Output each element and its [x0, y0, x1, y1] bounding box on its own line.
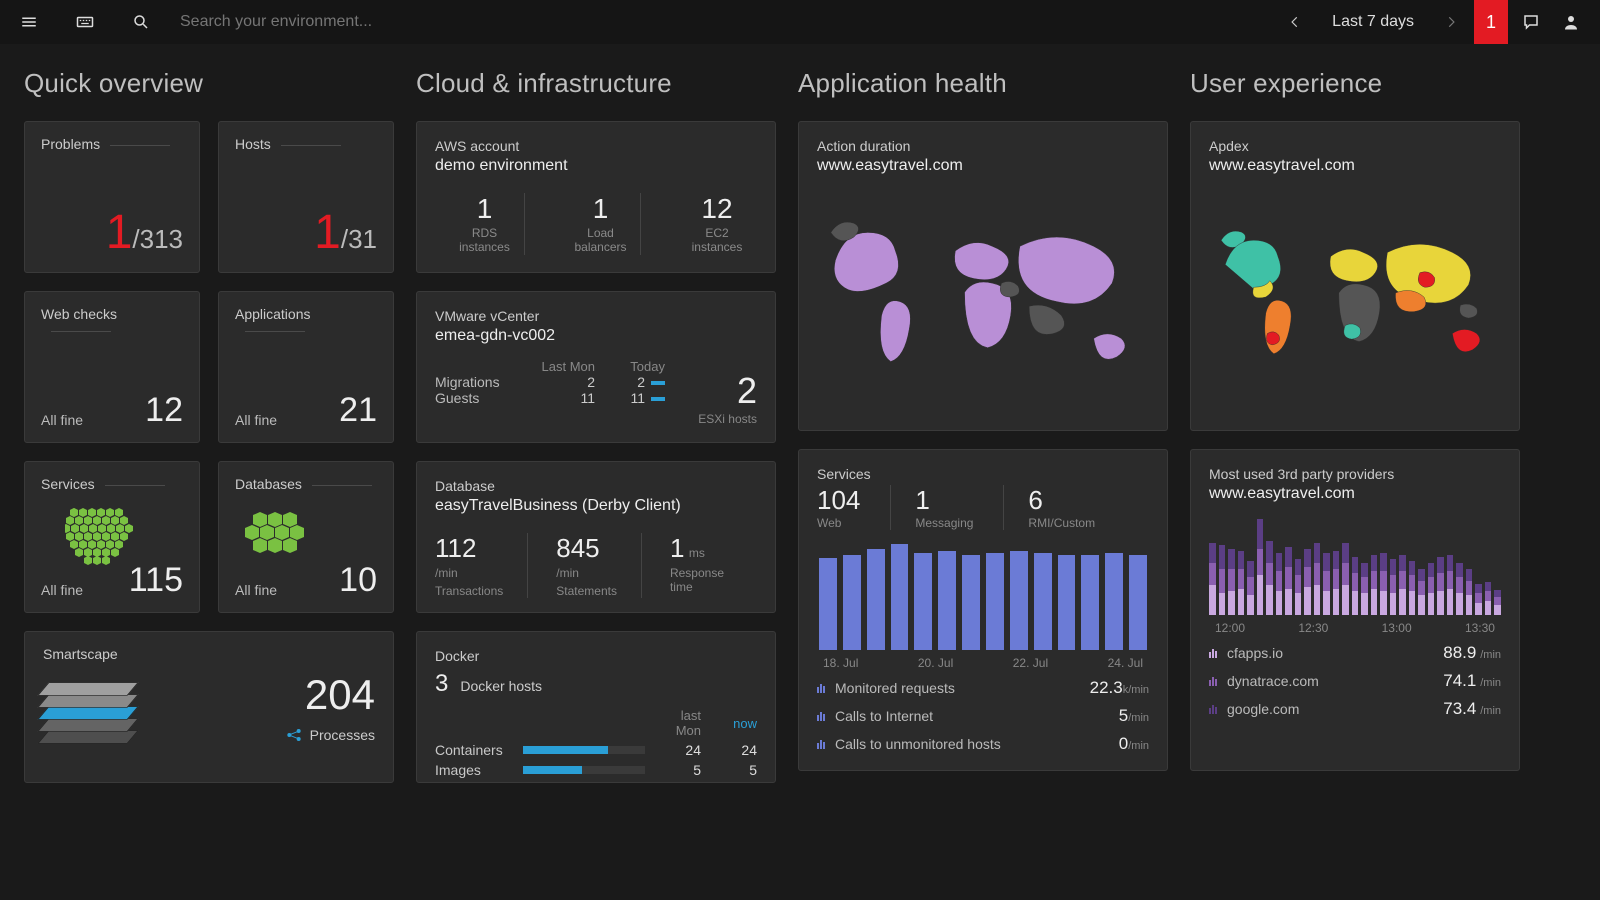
status-text: All fine	[41, 412, 83, 428]
help-button[interactable]	[1514, 0, 1548, 44]
services-bar-chart	[817, 540, 1149, 650]
tile-label: Problems	[41, 136, 183, 152]
tile-database[interactable]: Database easyTravelBusiness (Derby Clien…	[416, 461, 776, 613]
topbar: Last 7 days 1	[0, 0, 1600, 44]
trend-bar-icon	[651, 397, 665, 401]
column-ux: User experience Apdex www.easytravel.com	[1190, 68, 1520, 801]
tile-docker[interactable]: Docker 3Docker hosts last Monnow Contain…	[416, 631, 776, 783]
tile-apdex[interactable]: Apdex www.easytravel.com	[1190, 121, 1520, 431]
tile-hosts[interactable]: Hosts 1/31	[218, 121, 394, 273]
tile-action-duration[interactable]: Action duration www.easytravel.com	[798, 121, 1168, 431]
tile-applications[interactable]: Applications All fine 21	[218, 291, 394, 443]
bars-icon	[1209, 676, 1219, 686]
honeycomb-icon	[245, 512, 325, 577]
tile-services[interactable]: Services All fine 115	[24, 461, 200, 613]
tile-3rd-party[interactable]: Most used 3rd party providers www.easytr…	[1190, 449, 1520, 771]
tile-databases[interactable]: Databases All fine 10	[218, 461, 394, 613]
tile-label: Web checks	[41, 306, 183, 338]
tile-problems[interactable]: Problems 1/313	[24, 121, 200, 273]
search-icon	[132, 13, 150, 31]
bars-icon	[817, 683, 827, 693]
tile-smartscape[interactable]: Smartscape 204 Processes	[24, 631, 394, 783]
alert-count-badge[interactable]: 1	[1474, 0, 1508, 44]
tile-label: Hosts	[235, 136, 377, 152]
timerange-prev[interactable]	[1278, 0, 1312, 44]
bars-icon	[1209, 648, 1219, 658]
column-cloud: Cloud & infrastructure AWS account demo …	[416, 68, 776, 801]
tile-label: Services	[41, 476, 183, 492]
bar-icon	[523, 746, 645, 754]
tile-services-chart[interactable]: Services 104Web 1Messaging 6RMI/Custom 1…	[798, 449, 1168, 771]
dashboard-button[interactable]	[68, 0, 102, 44]
tile-aws[interactable]: AWS account demo environment 1RDS instan…	[416, 121, 776, 273]
section-title-ux: User experience	[1190, 68, 1520, 99]
layers-icon	[43, 677, 153, 757]
tile-label: Smartscape	[43, 646, 118, 662]
search-button[interactable]	[124, 0, 158, 44]
trend-bar-icon	[651, 381, 665, 385]
status-text: All fine	[41, 582, 83, 598]
status-text: All fine	[235, 412, 277, 428]
search-input[interactable]	[180, 13, 500, 31]
bars-icon	[1209, 704, 1219, 714]
section-title-cloud: Cloud & infrastructure	[416, 68, 776, 99]
tile-label: Applications	[235, 306, 377, 338]
menu-button[interactable]	[12, 0, 46, 44]
user-icon	[1562, 13, 1580, 31]
world-map-purple	[817, 187, 1149, 407]
column-quick-overview: Quick overview Problems 1/313 Hosts 1/31…	[24, 68, 394, 801]
bars-icon	[817, 711, 827, 721]
processes-icon	[286, 727, 302, 743]
section-title-health: Application health	[798, 68, 1168, 99]
section-title-overview: Quick overview	[24, 68, 394, 99]
keyboard-icon	[76, 13, 94, 31]
tile-label: Databases	[235, 476, 377, 492]
world-map-apdex	[1209, 187, 1501, 407]
status-text: All fine	[235, 582, 277, 598]
hamburger-icon	[20, 13, 38, 31]
column-health: Application health Action duration www.e…	[798, 68, 1168, 801]
timerange-next[interactable]	[1434, 0, 1468, 44]
tile-vmware[interactable]: VMware vCenter emea-gdn-vc002 Last MonTo…	[416, 291, 776, 443]
chat-icon	[1522, 13, 1540, 31]
timerange-picker[interactable]: Last 7 days	[1318, 13, 1428, 31]
tile-web-checks[interactable]: Web checks All fine 12	[24, 291, 200, 443]
providers-bar-chart	[1209, 515, 1501, 615]
bar-icon	[523, 766, 645, 774]
user-menu[interactable]	[1554, 0, 1588, 44]
bars-icon	[817, 739, 827, 749]
